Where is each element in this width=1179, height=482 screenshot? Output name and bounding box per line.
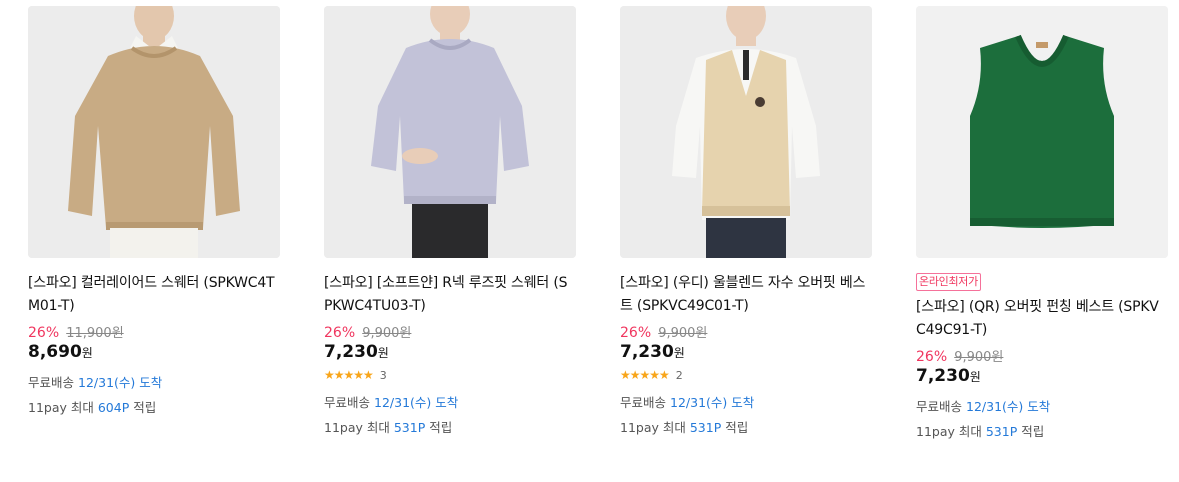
sale-price-value: 7,230: [916, 366, 970, 386]
currency-unit: 원: [673, 346, 685, 360]
shipping-label: 무료배송: [620, 395, 667, 410]
product-title[interactable]: [스파오] (QR) 오버핏 펀칭 베스트 (SPKVC49C91-T): [916, 296, 1166, 342]
points-suffix: 적립: [133, 400, 157, 415]
currency-unit: 원: [377, 346, 389, 360]
product-card[interactable]: [스파오] [소프트얀] R넥 루즈핏 스웨터 (SPKWC4TU03-T) 2…: [324, 6, 576, 436]
currency-unit: 원: [969, 370, 981, 384]
rating-row: ★★★★★ 3: [324, 368, 576, 382]
rating-row: ★★★★★ 2: [620, 368, 872, 382]
points-prefix: 11pay 최대: [620, 420, 686, 435]
product-image[interactable]: [324, 6, 576, 258]
original-price: 9,900원: [658, 326, 708, 341]
discount-rate: 26%: [620, 325, 652, 341]
sale-price: 7,230원: [324, 342, 576, 362]
price-info: 26% 9,900원: [620, 322, 872, 341]
shipping-label: 무료배송: [28, 375, 75, 390]
sale-price: 8,690원: [28, 342, 280, 362]
shipping-info: 무료배송 12/31(수) 도착: [916, 396, 1168, 415]
points-info: 11pay 최대 531P 적립: [916, 421, 1168, 440]
points-info: 11pay 최대 604P 적립: [28, 397, 280, 416]
sale-price-value: 7,230: [324, 342, 378, 362]
shipping-info: 무료배송 12/31(수) 도착: [620, 392, 872, 411]
star-rating-icon: ★★★★★: [324, 368, 374, 382]
points-info: 11pay 최대 531P 적립: [620, 417, 872, 436]
sale-price: 7,230원: [620, 342, 872, 362]
points-value: 531P: [393, 420, 426, 435]
product-title[interactable]: [스파오] [소프트얀] R넥 루즈핏 스웨터 (SPKWC4TU03-T): [324, 272, 574, 318]
sweater-photo: [28, 6, 280, 258]
product-title[interactable]: [스파오] 컬러레이어드 스웨터 (SPKWC4TM01-T): [28, 272, 278, 318]
points-suffix: 적립: [429, 420, 453, 435]
vest-photo: [620, 6, 872, 258]
review-count: 2: [675, 368, 683, 382]
sweater-photo: [324, 6, 576, 258]
product-image[interactable]: [916, 6, 1168, 258]
shipping-label: 무료배송: [916, 399, 963, 414]
shipping-label: 무료배송: [324, 395, 371, 410]
star-rating-icon: ★★★★★: [620, 368, 670, 382]
discount-rate: 26%: [916, 349, 948, 365]
delivery-date: 12/31(수) 도착: [966, 399, 1051, 414]
original-price: 9,900원: [362, 326, 412, 341]
shipping-info: 무료배송 12/31(수) 도착: [324, 392, 576, 411]
original-price: 9,900원: [954, 350, 1004, 365]
sale-price-value: 8,690: [28, 342, 82, 362]
points-value: 531P: [985, 424, 1018, 439]
product-title[interactable]: [스파오] (우디) 울블렌드 자수 오버핏 베스트 (SPKVC49C01-T…: [620, 272, 870, 318]
points-prefix: 11pay 최대: [28, 400, 94, 415]
price-info: 26% 9,900원: [324, 322, 576, 341]
points-suffix: 적립: [1021, 424, 1045, 439]
delivery-date: 12/31(수) 도착: [78, 375, 163, 390]
currency-unit: 원: [81, 346, 93, 360]
product-card[interactable]: [스파오] (우디) 울블렌드 자수 오버핏 베스트 (SPKVC49C01-T…: [620, 6, 872, 436]
review-count: 3: [379, 368, 387, 382]
points-info: 11pay 최대 531P 적립: [324, 417, 576, 436]
product-card[interactable]: [스파오] 컬러레이어드 스웨터 (SPKWC4TM01-T) 26% 11,9…: [28, 6, 280, 416]
product-image[interactable]: [620, 6, 872, 258]
delivery-date: 12/31(수) 도착: [374, 395, 459, 410]
points-prefix: 11pay 최대: [916, 424, 982, 439]
delivery-date: 12/31(수) 도착: [670, 395, 755, 410]
original-price: 11,900원: [66, 326, 124, 341]
green-vest-photo: [916, 6, 1168, 258]
points-suffix: 적립: [725, 420, 749, 435]
sale-price: 7,230원: [916, 366, 1168, 386]
points-value: 604P: [97, 400, 130, 415]
lowest-price-badge: 온라인최저가: [916, 273, 981, 291]
points-prefix: 11pay 최대: [324, 420, 390, 435]
discount-rate: 26%: [28, 325, 60, 341]
price-info: 26% 11,900원: [28, 322, 280, 341]
discount-rate: 26%: [324, 325, 356, 341]
shipping-info: 무료배송 12/31(수) 도착: [28, 372, 280, 391]
sale-price-value: 7,230: [620, 342, 674, 362]
product-image[interactable]: [28, 6, 280, 258]
points-value: 531P: [689, 420, 722, 435]
price-info: 26% 9,900원: [916, 346, 1168, 365]
product-card[interactable]: 온라인최저가 [스파오] (QR) 오버핏 펀칭 베스트 (SPKVC49C91…: [916, 6, 1168, 440]
